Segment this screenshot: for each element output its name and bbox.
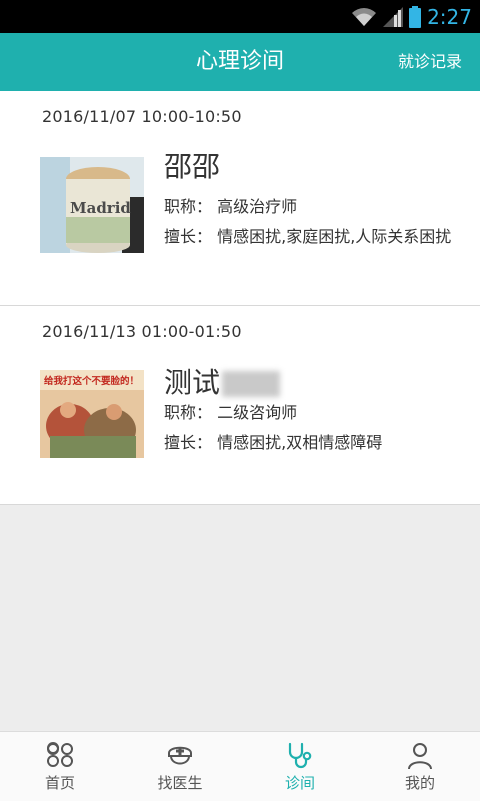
doctor-photo: Madrid <box>40 157 144 253</box>
title-value: 高级治疗师 <box>217 197 298 216</box>
tab-consult-room[interactable]: 诊间 <box>240 732 360 801</box>
doctor-name: 测试 <box>164 361 281 401</box>
tab-find-doctor[interactable]: 找医生 <box>120 732 240 801</box>
skill-value: 情感困扰,家庭困扰,人际关系困扰 <box>217 227 452 246</box>
doctor-title-row: 职称： 高级治疗师 <box>164 195 469 219</box>
tab-label: 找医生 <box>157 774 203 792</box>
title-value: 二级咨询师 <box>217 403 298 422</box>
appointment-card[interactable]: 2016/11/13 01:00-01:50 给我打这个不要脸的！ 测试 职称：… <box>0 306 480 505</box>
tab-mine[interactable]: 我的 <box>360 732 480 801</box>
status-bar: 2:27 <box>0 0 480 33</box>
stethoscope-icon <box>288 742 312 769</box>
poster-caption-text: 给我打这个不要脸的！ <box>44 375 139 387</box>
signal-icon <box>383 6 404 27</box>
tab-home[interactable]: 首页 <box>0 732 120 801</box>
skill-label: 擅长： <box>164 433 213 452</box>
appointment-card[interactable]: 2016/11/07 10:00-10:50 Madrid 邵邵 职称： 高级治… <box>0 91 480 306</box>
appointment-list: 2016/11/07 10:00-10:50 Madrid 邵邵 职称： 高级治… <box>0 91 480 505</box>
doctor-name: 邵邵 <box>164 150 221 183</box>
status-icons: 2:27 <box>351 3 472 30</box>
redacted-name-part <box>222 371 281 397</box>
app-header: 心理诊间 就诊记录 <box>0 33 480 91</box>
title-label: 职称： <box>164 403 213 422</box>
visit-records-button[interactable]: 就诊记录 <box>398 33 462 91</box>
doctor-title-row: 职称： 二级咨询师 <box>164 401 469 425</box>
wifi-icon <box>352 7 377 26</box>
doctor-skill-row: 擅长： 情感困扰,双相情感障碍 <box>164 431 469 455</box>
person-icon <box>408 743 432 770</box>
doctor-photo: 给我打这个不要脸的！ <box>40 370 144 458</box>
doctor-skill-row: 擅长： 情感困扰,家庭困扰,人际关系困扰 <box>164 225 469 249</box>
title-label: 职称： <box>164 197 213 216</box>
status-time: 2:27 <box>427 4 472 29</box>
tab-label: 诊间 <box>284 774 315 792</box>
tab-label: 首页 <box>44 774 75 792</box>
bottom-tab-bar: 首页 找医生 诊间 我的 <box>0 731 480 801</box>
doctor-cap-icon <box>168 746 192 765</box>
battery-icon <box>409 5 422 28</box>
home-grid-icon <box>47 742 73 767</box>
skill-value: 情感困扰,双相情感障碍 <box>217 433 383 452</box>
skill-label: 擅长： <box>164 227 213 246</box>
appointment-datetime: 2016/11/13 01:00-01:50 <box>42 322 242 341</box>
mug-logo-text: Madrid <box>70 199 131 217</box>
tab-label: 我的 <box>404 774 435 792</box>
appointment-datetime: 2016/11/07 10:00-10:50 <box>42 107 242 126</box>
